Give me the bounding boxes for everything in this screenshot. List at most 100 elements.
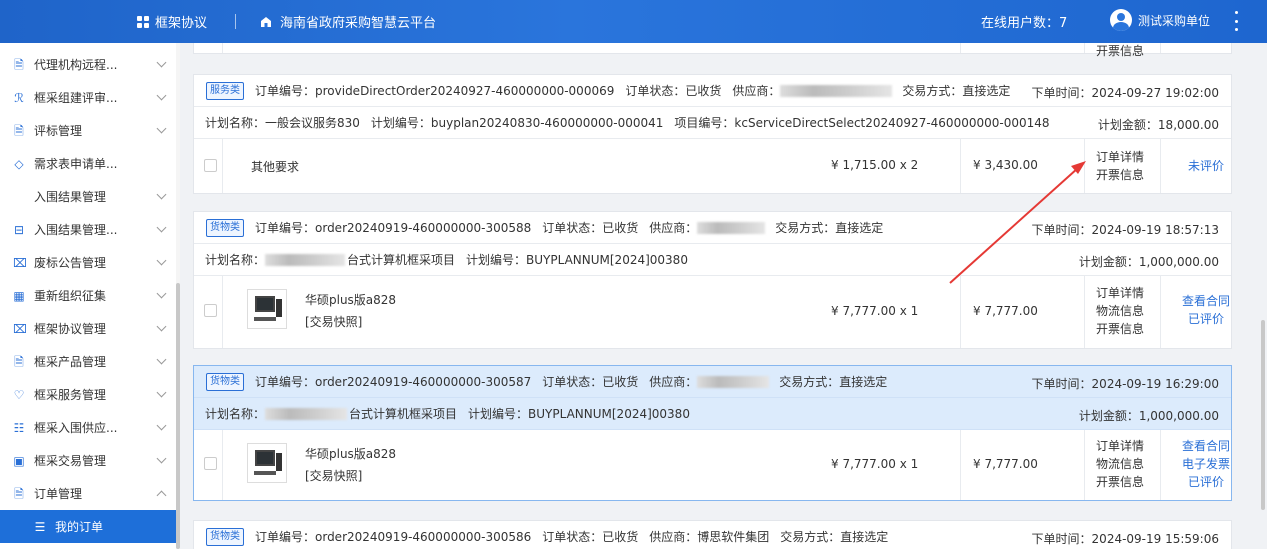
sidebar-item-transactions[interactable]: ▣ 框采交易管理	[0, 444, 180, 477]
sidebar-item-label: 订单管理	[34, 487, 83, 501]
sidebar-item-label: 框架协议管理	[34, 322, 107, 336]
view-contract-link[interactable]: 查看合同	[1171, 292, 1241, 310]
sidebar-item-requirement[interactable]: ◇ 需求表申请单...	[0, 147, 180, 180]
sidebar-item-reorganize[interactable]: ▦ 重新组织征集	[0, 279, 180, 312]
main-scrollbar-thumb[interactable]	[1261, 320, 1265, 510]
order-card: 货物类 订单编号：order20240919-460000000-300587 …	[193, 365, 1232, 501]
sidebar-item-label: 需求表申请单...	[34, 157, 118, 171]
sidebar-item-agency-remote[interactable]: 🗎 代理机构远程...	[0, 48, 180, 81]
user-name: 测试采购单位	[1138, 13, 1211, 28]
reviewed-link[interactable]: 已评价	[1171, 310, 1241, 328]
plan-amount: 计划金额：1,000,000.00	[1078, 255, 1219, 269]
logistics-info-link[interactable]: 物流信息	[1085, 455, 1155, 473]
invoice-info-link[interactable]: 开票信息	[1085, 320, 1155, 338]
plan-name-tail: 台式计算机框采项目	[347, 253, 456, 267]
order-status: 订单状态：已收货	[542, 221, 639, 235]
trade-method: 交易方式：直接选定	[780, 530, 889, 544]
sidebar-item-framework-mgmt[interactable]: ⌧ 框架协议管理	[0, 312, 180, 345]
sidebar-item-my-orders[interactable]: ☰ 我的订单	[0, 510, 180, 543]
supplier-label: 供应商：	[732, 84, 781, 98]
redacted-supplier	[697, 375, 770, 388]
users-icon: ℛ	[14, 90, 24, 105]
plan-amount: 计划金额：18,000.00	[1097, 118, 1219, 132]
trade-method: 交易方式：直接选定	[902, 84, 1011, 98]
user-menu[interactable]: 测试采购单位	[1110, 9, 1210, 31]
order-detail-link[interactable]: 订单详情	[1085, 437, 1155, 455]
e-invoice-link[interactable]: 电子发票	[1171, 455, 1241, 473]
category-tag: 货物类	[206, 527, 244, 546]
sidebar-item-shortlist-result-2[interactable]: ⊟ 入围结果管理...	[0, 213, 180, 246]
sidebar-item-suppliers[interactable]: ☷ 框采入围供应...	[0, 411, 180, 444]
sidebar-item-shortlist-result[interactable]: 入围结果管理	[0, 180, 180, 213]
order-status: 订单状态：已收货	[625, 84, 722, 98]
reviewed-link[interactable]: 已评价	[1171, 473, 1241, 491]
product-name[interactable]: 华硕plus版a828	[305, 445, 396, 462]
chevron-down-icon	[156, 123, 167, 134]
trade-snapshot-link[interactable]: [交易快照]	[305, 313, 362, 330]
product-name[interactable]: 华硕plus版a828	[305, 291, 396, 308]
order-card: 服务类 订单编号：provideDirectOrder20240927-4600…	[193, 74, 1232, 194]
logistics-info-link[interactable]: 物流信息	[1085, 302, 1155, 320]
chevron-down-icon	[156, 321, 167, 332]
order-number: 订单编号：order20240919-460000000-300586	[255, 530, 532, 544]
not-reviewed-link[interactable]: 未评价	[1171, 157, 1241, 175]
chevron-down-icon	[156, 189, 167, 200]
sidebar-item-label: 我的订单	[55, 520, 104, 534]
category-tag: 服务类	[206, 81, 244, 100]
heart-icon: ♡	[13, 387, 25, 402]
product-thumbnail[interactable]	[247, 289, 287, 329]
platform-home-link[interactable]: 海南省政府采购智慧云平台	[260, 12, 436, 31]
order-icon: 🗎	[14, 486, 24, 501]
order-time: 下单时间：2024-09-19 16:29:00	[1031, 377, 1219, 391]
notice-icon: ⌧	[13, 321, 27, 336]
chevron-down-icon	[156, 288, 167, 299]
product-thumbnail[interactable]	[247, 443, 287, 483]
trade-snapshot-link[interactable]: [交易快照]	[305, 467, 362, 484]
chevron-down-icon	[156, 90, 167, 101]
plan-number: 计划编号：BUYPLANNUM[2024]00380	[466, 253, 688, 267]
chevron-down-icon	[156, 255, 167, 266]
project-number: 项目编号：kcServiceDirectSelect20240927-46000…	[674, 116, 1050, 130]
sidebar-item-review-team[interactable]: ℛ 框采组建评审...	[0, 81, 180, 114]
unit-price: ¥ 7,777.00 x 1	[831, 457, 919, 471]
trade-method: 交易方式：直接选定	[775, 221, 884, 235]
sidebar-item-services[interactable]: ♡ 框采服务管理	[0, 378, 180, 411]
view-contract-link[interactable]: 查看合同	[1171, 437, 1241, 455]
invoice-info-link[interactable]: 开票信息	[1085, 43, 1155, 60]
sidebar-item-bid-eval[interactable]: 🗎 评标管理	[0, 114, 180, 147]
select-checkbox[interactable]	[204, 304, 217, 317]
order-time: 下单时间：2024-09-27 19:02:00	[1031, 86, 1219, 100]
sidebar-item-products[interactable]: 🗎 框采产品管理	[0, 345, 180, 378]
supplier-label: 供应商：	[649, 221, 698, 235]
order-number: 订单编号：order20240919-460000000-300587	[255, 375, 532, 389]
order-detail-link[interactable]: 订单详情	[1085, 284, 1155, 302]
chevron-up-icon	[156, 490, 167, 501]
chevron-down-icon	[156, 354, 167, 365]
invoice-info-link[interactable]: 开票信息	[1085, 166, 1155, 184]
doc-icon: 🗎	[14, 354, 24, 369]
wallet-icon: ▣	[13, 453, 25, 468]
supplier-label: 供应商：	[649, 375, 698, 389]
order-number: 订单编号：provideDirectOrder20240927-46000000…	[255, 84, 615, 98]
sidebar: 🗎 代理机构远程... ℛ 框采组建评审... 🗎 评标管理 ◇ 需求表申请单.…	[0, 43, 180, 549]
total-price: ¥ 7,777.00	[973, 304, 1038, 318]
select-checkbox[interactable]	[204, 457, 217, 470]
sidebar-item-label: 代理机构远程...	[34, 58, 118, 72]
order-detail-link[interactable]: 订单详情	[1085, 148, 1155, 166]
select-checkbox[interactable]	[204, 159, 217, 172]
more-vertical-icon[interactable]	[1233, 11, 1239, 31]
sidebar-item-order-mgmt[interactable]: 🗎 订单管理	[0, 477, 180, 510]
plan-number: 计划编号：BUYPLANNUM[2024]00380	[468, 407, 690, 421]
category-tag: 货物类	[206, 372, 244, 391]
header-divider	[235, 14, 236, 29]
nav-framework-agreement[interactable]: 框架协议	[137, 12, 207, 31]
sidebar-item-label: 重新组织征集	[34, 289, 107, 303]
sidebar-item-void-notice[interactable]: ⌧ 废标公告管理	[0, 246, 180, 279]
order-status: 订单状态：已收货	[542, 530, 639, 544]
order-card: 货物类 订单编号：order20240919-460000000-300586 …	[193, 520, 1232, 549]
invoice-info-link[interactable]: 开票信息	[1085, 473, 1155, 491]
chevron-down-icon	[156, 222, 167, 233]
supplier-name: 供应商：博思软件集团	[649, 530, 770, 544]
top-header: 框架协议 海南省政府采购智慧云平台 在线用户数：7 测试采购单位	[0, 0, 1267, 43]
sidebar-item-label: 框采服务管理	[34, 388, 107, 402]
